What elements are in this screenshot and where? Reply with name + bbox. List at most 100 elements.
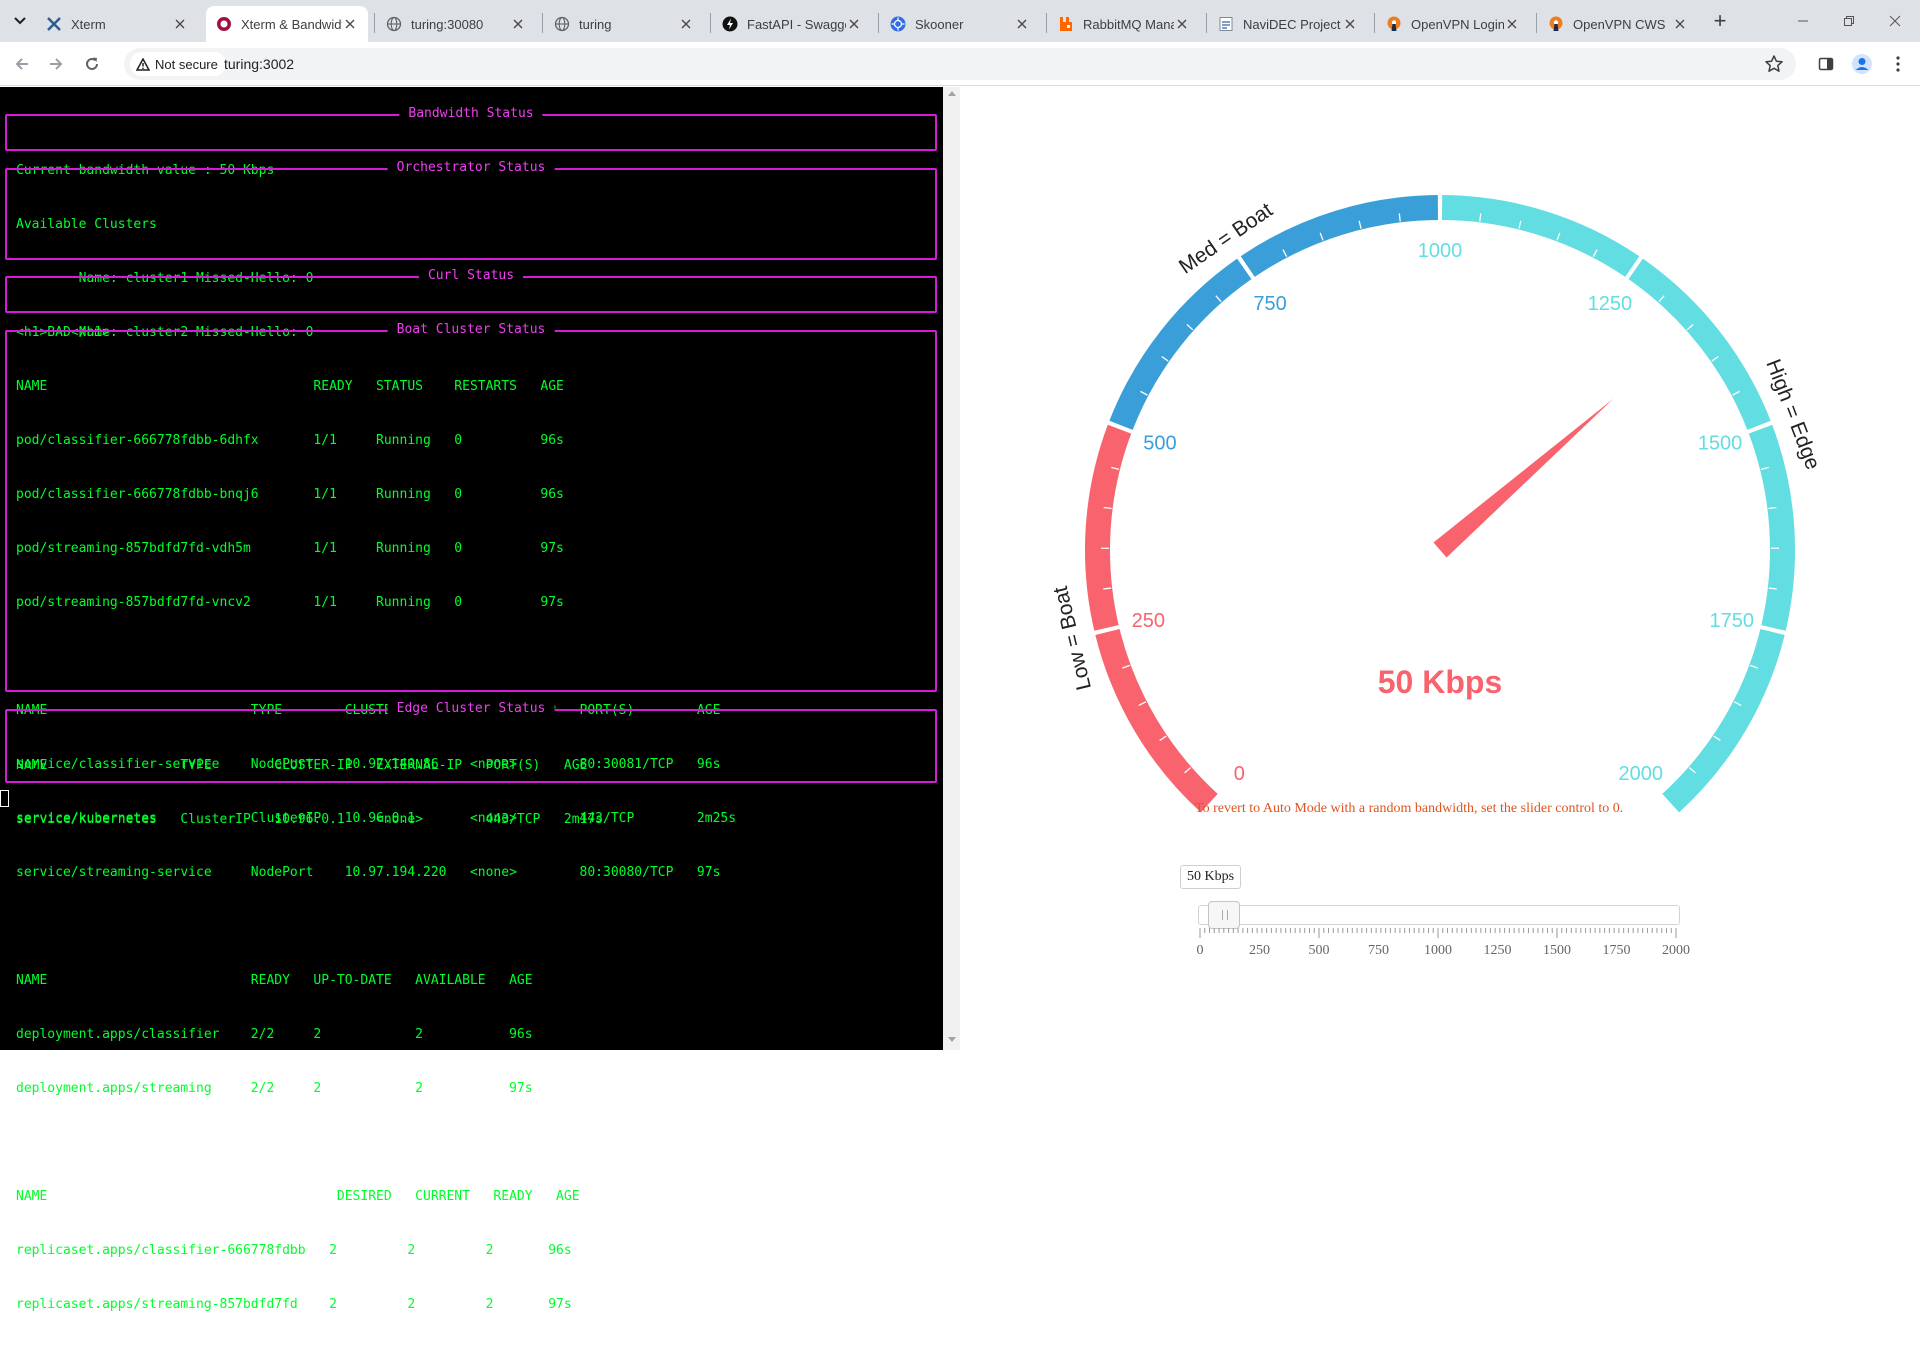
gauge-zone-segment <box>1629 259 1771 430</box>
tab-title: Skooner <box>915 17 1014 32</box>
close-tab-icon[interactable] <box>1174 16 1190 32</box>
gauge-zone-segment <box>1241 195 1438 277</box>
close-tab-icon[interactable] <box>342 16 358 32</box>
menu-button[interactable] <box>1884 50 1912 78</box>
warning-icon <box>136 58 150 71</box>
tab-search-button[interactable] <box>6 8 34 34</box>
panel-title: Bandwidth Status <box>399 106 542 122</box>
close-tab-icon[interactable] <box>1342 16 1358 32</box>
tab-title: OpenVPN CWS <box>1573 17 1672 32</box>
openvpn-icon <box>1548 16 1564 32</box>
arrow-right-icon <box>48 56 64 72</box>
browser-tab[interactable]: OpenVPN CWS <box>1538 6 1698 42</box>
browser-tab[interactable]: OpenVPN Login <box>1376 6 1530 42</box>
orchestrator-status-panel: Orchestrator Status Available Clusters N… <box>5 168 937 260</box>
close-tab-icon[interactable] <box>678 16 694 32</box>
gauge-zone-segment <box>1095 629 1217 812</box>
slider-tick-label: 250 <box>1249 943 1270 958</box>
gauge-tick-label: 2000 <box>1618 763 1663 785</box>
terminal-line: pod/classifier-666778fdbb-bnqj6 1/1 Runn… <box>16 486 736 504</box>
terminal-line: NAME READY UP-TO-DATE AVAILABLE AGE <box>16 972 736 990</box>
browser-tab[interactable]: FastAPI - Swagger UI <box>712 6 872 42</box>
tab-separator <box>878 13 879 33</box>
tab-title: Xterm <box>71 17 172 32</box>
tab-strip: Xterm Xterm & Bandwidth turing:30080turing… <box>0 0 1920 42</box>
tab-title: RabbitMQ Management <box>1083 17 1174 32</box>
browser-tab[interactable]: turing <box>544 6 704 42</box>
gauge-tick-label: 1250 <box>1588 293 1633 315</box>
auto-mode-hint: To revert to Auto Mode with a random ban… <box>1195 801 1623 817</box>
tab-separator <box>374 13 375 33</box>
terminal-line: deployment.apps/streaming 2/2 2 2 97s <box>16 1080 736 1098</box>
forward-button[interactable] <box>42 50 70 78</box>
bandwidth-slider-handle[interactable] <box>1208 901 1240 929</box>
gauge-minor-tick <box>1103 588 1111 589</box>
close-tab-icon[interactable] <box>1504 16 1520 32</box>
rabbitmq-icon <box>1058 16 1074 32</box>
slider-value-label: 50 Kbps <box>1180 865 1241 889</box>
close-tab-icon[interactable] <box>172 16 188 32</box>
minimize-button[interactable] <box>1780 0 1826 42</box>
terminal-line: replicaset.apps/streaming-857bdfd7fd 2 2… <box>16 1296 736 1314</box>
xterm-terminal[interactable]: Bandwidth Status Current bandwidth value… <box>0 87 943 1050</box>
chevron-down-icon <box>14 17 26 25</box>
browser-tab[interactable]: NaviDEC Project - <box>1208 6 1368 42</box>
close-tab-icon[interactable] <box>510 16 526 32</box>
openvpn-icon <box>1386 16 1402 32</box>
tab-separator <box>1206 13 1207 33</box>
slider-tick-label: 2000 <box>1662 943 1690 958</box>
browser-tab[interactable]: turing:30080 <box>376 6 536 42</box>
reload-button[interactable] <box>78 50 106 78</box>
close-tab-icon[interactable] <box>1014 16 1030 32</box>
gauge-tick-label: 0 <box>1234 763 1245 785</box>
globe-icon <box>386 16 402 32</box>
bandwidth-slider-track[interactable] <box>1198 905 1680 925</box>
gauge-zone-segment <box>1109 259 1251 430</box>
browser-tab[interactable]: RabbitMQ Management <box>1048 6 1200 42</box>
gauge-tick-label: 1000 <box>1418 240 1463 262</box>
slider-tick-label: 1000 <box>1424 943 1452 958</box>
panel-title: Boat Cluster Status <box>388 322 555 338</box>
url-text: turing:3002 <box>224 56 294 72</box>
browser-tab[interactable]: Skooner <box>880 6 1040 42</box>
new-tab-button[interactable]: + <box>1706 8 1734 34</box>
back-button[interactable] <box>8 50 36 78</box>
tab-title: Xterm & Bandwidth <box>241 17 342 32</box>
address-bar[interactable]: Not secure turing:3002 <box>124 48 1796 80</box>
avatar-icon <box>1851 53 1873 75</box>
slider-scale: 025050075010001250150017502000 <box>960 927 1920 967</box>
panel-title: Curl Status <box>419 268 523 284</box>
security-chip[interactable]: Not secure <box>130 52 226 76</box>
slider-tick-label: 0 <box>1197 943 1204 958</box>
tab-title: FastAPI - Swagger UI <box>747 17 846 32</box>
kebab-menu-icon <box>1896 56 1900 72</box>
close-tab-icon[interactable] <box>1672 16 1688 32</box>
document-icon <box>1218 16 1234 32</box>
terminal-scrollbar[interactable] <box>943 87 960 1050</box>
close-window-button[interactable] <box>1872 0 1918 42</box>
browser-tab[interactable]: Xterm <box>36 6 198 42</box>
gauge-zone-segment <box>1442 195 1639 277</box>
scroll-up-arrow[interactable] <box>948 91 956 96</box>
terminal-line: service/kubernetes ClusterIP 10.96.0.1 <… <box>16 811 603 829</box>
globe-icon <box>554 16 570 32</box>
edge-cluster-status-panel: Edge Cluster Status NAME TYPE CLUSTER-IP… <box>5 709 937 783</box>
bookmark-button[interactable] <box>1764 54 1784 79</box>
scroll-down-arrow[interactable] <box>948 1037 956 1042</box>
terminal-line: replicaset.apps/classifier-666778fdbb 2 … <box>16 1242 736 1260</box>
side-panel-button[interactable] <box>1812 50 1840 78</box>
browser-tab[interactable]: Xterm & Bandwidth <box>206 6 368 42</box>
star-icon <box>1764 54 1784 74</box>
close-tab-icon[interactable] <box>846 16 862 32</box>
restore-button[interactable] <box>1826 0 1872 42</box>
gauge-zone-segment <box>1662 629 1784 812</box>
boat-cluster-status-panel: Boat Cluster Status NAME READY STATUS RE… <box>5 330 937 692</box>
tab-separator <box>710 13 711 33</box>
gauge-minor-tick <box>1769 588 1777 589</box>
terminal-line: service/streaming-service NodePort 10.97… <box>16 864 736 882</box>
gauge-value-label: 50 Kbps <box>1378 664 1502 700</box>
slider-tick-label: 500 <box>1309 943 1330 958</box>
gauge-tick-label: 250 <box>1132 610 1165 632</box>
profile-button[interactable] <box>1848 50 1876 78</box>
gauge-tick-label: 750 <box>1253 293 1286 315</box>
